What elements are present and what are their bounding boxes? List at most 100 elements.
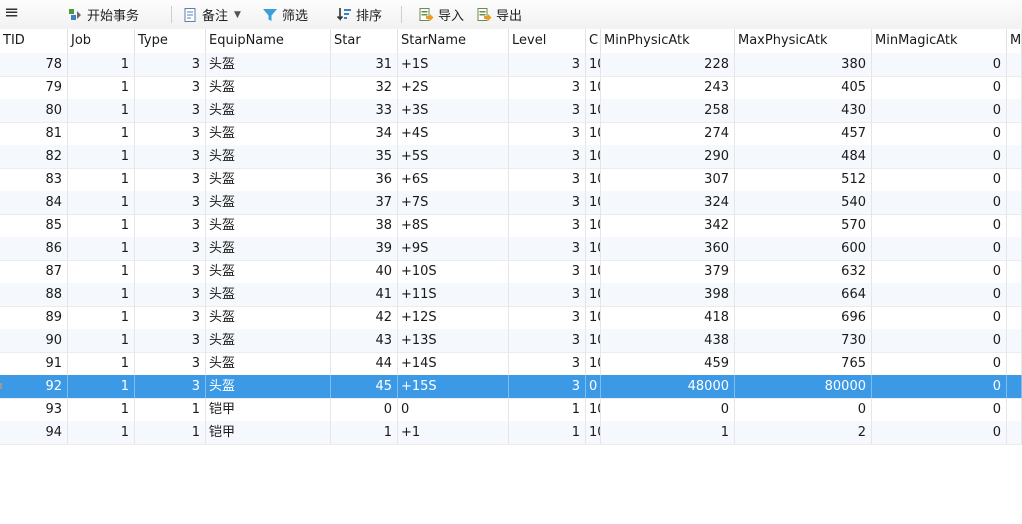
cell-minmagicatk[interactable]: 0 [872,76,1007,99]
cell-tid[interactable]: 82 [4,145,68,168]
cell-m[interactable] [1007,421,1022,444]
cell-job[interactable]: 1 [68,53,135,76]
cell-minphysicatk[interactable]: 274 [601,122,735,145]
cell-c[interactable]: 10 [586,122,601,145]
cell-tid[interactable]: 78 [4,53,68,76]
cell-minphysicatk[interactable]: 307 [601,168,735,191]
cell-m[interactable] [1007,76,1022,99]
cell-minphysicatk[interactable]: 459 [601,352,735,375]
cell-c[interactable]: 10 [586,53,601,76]
cell-m[interactable] [1007,398,1022,421]
table-row[interactable]: 9113头盔44+14S3104597650 [0,352,1022,376]
cell-type[interactable]: 3 [135,99,206,122]
hamburger-menu-icon[interactable]: ≡ [4,2,19,23]
cell-maxphysicatk[interactable]: 405 [735,76,872,99]
cell-level[interactable]: 3 [509,306,586,329]
cell-equipname[interactable]: 头盔 [206,122,331,145]
cell-minmagicatk[interactable]: 0 [872,306,1007,329]
cell-m[interactable] [1007,122,1022,145]
cell-star[interactable]: 1 [331,421,398,444]
cell-star[interactable]: 36 [331,168,398,191]
cell-tid[interactable]: 81 [4,122,68,145]
table-row[interactable]: 8513头盔38+8S3103425700 [0,214,1022,238]
cell-minmagicatk[interactable]: 0 [872,398,1007,421]
cell-c[interactable]: 10 [586,260,601,283]
cell-level[interactable]: 3 [509,99,586,122]
cell-equipname[interactable]: 头盔 [206,329,331,352]
cell-starname[interactable]: +2S [398,76,509,99]
cell-c[interactable]: 10 [586,237,601,260]
cell-m[interactable] [1007,237,1022,260]
cell-tid[interactable]: 90 [4,329,68,352]
cell-c[interactable]: 10 [586,76,601,99]
cell-star[interactable]: 34 [331,122,398,145]
column-header-level[interactable]: Level [509,29,586,53]
cell-m[interactable] [1007,191,1022,214]
cell-type[interactable]: 3 [135,122,206,145]
cell-job[interactable]: 1 [68,237,135,260]
cell-c[interactable]: 10 [586,191,601,214]
cell-c[interactable]: 10 [586,421,601,444]
cell-type[interactable]: 3 [135,237,206,260]
cell-level[interactable]: 3 [509,237,586,260]
cell-equipname[interactable]: 头盔 [206,283,331,306]
cell-equipname[interactable]: 头盔 [206,375,331,398]
cell-c[interactable]: 10 [586,329,601,352]
cell-job[interactable]: 1 [68,306,135,329]
cell-minmagicatk[interactable]: 0 [872,260,1007,283]
cell-m[interactable] [1007,283,1022,306]
cell-type[interactable]: 3 [135,168,206,191]
table-row[interactable]: 9411铠甲1+1110120 [0,421,1022,445]
cell-type[interactable]: 3 [135,352,206,375]
cell-type[interactable]: 3 [135,283,206,306]
cell-starname[interactable]: +8S [398,214,509,237]
cell-star[interactable]: 40 [331,260,398,283]
chevron-down-icon[interactable]: ▼ [234,10,241,20]
cell-tid[interactable]: 86 [4,237,68,260]
cell-maxphysicatk[interactable]: 765 [735,352,872,375]
cell-tid[interactable]: 80 [4,99,68,122]
table-row[interactable]: 8713头盔40+10S3103796320 [0,260,1022,284]
cell-maxphysicatk[interactable]: 664 [735,283,872,306]
cell-minphysicatk[interactable]: 48000 [601,375,735,398]
cell-minphysicatk[interactable]: 438 [601,329,735,352]
cell-minmagicatk[interactable]: 0 [872,421,1007,444]
cell-minphysicatk[interactable]: 0 [601,398,735,421]
cell-m[interactable] [1007,214,1022,237]
cell-maxphysicatk[interactable]: 0 [735,398,872,421]
cell-type[interactable]: 3 [135,191,206,214]
cell-star[interactable]: 45 [331,375,398,398]
column-header-m[interactable]: M [1007,29,1022,53]
cell-level[interactable]: 3 [509,260,586,283]
cell-maxphysicatk[interactable]: 632 [735,260,872,283]
cell-star[interactable]: 37 [331,191,398,214]
cell-minmagicatk[interactable]: 0 [872,122,1007,145]
cell-tid[interactable]: 83 [4,168,68,191]
table-row-selected[interactable]: 92 1 3 头盔 45 +15S 3 0 48000 80000 0 [0,375,1022,399]
cell-minmagicatk[interactable]: 0 [872,237,1007,260]
cell-maxphysicatk[interactable]: 380 [735,53,872,76]
cell-c[interactable]: 10 [586,145,601,168]
cell-job[interactable]: 1 [68,214,135,237]
cell-level[interactable]: 3 [509,168,586,191]
cell-c[interactable]: 10 [586,352,601,375]
cell-tid[interactable]: 91 [4,352,68,375]
table-row[interactable]: 9013头盔43+13S3104387300 [0,329,1022,353]
cell-m[interactable] [1007,329,1022,352]
cell-minmagicatk[interactable]: 0 [872,191,1007,214]
cell-equipname[interactable]: 铠甲 [206,421,331,444]
cell-maxphysicatk[interactable]: 484 [735,145,872,168]
cell-minphysicatk[interactable]: 418 [601,306,735,329]
table-row[interactable]: 8113头盔34+4S3102744570 [0,122,1022,146]
begin-transaction-button[interactable]: 开始事务 [67,0,139,29]
cell-starname[interactable]: +15S [398,375,509,398]
cell-job[interactable]: 1 [68,260,135,283]
cell-minmagicatk[interactable]: 0 [872,99,1007,122]
cell-maxphysicatk[interactable]: 457 [735,122,872,145]
cell-equipname[interactable]: 头盔 [206,168,331,191]
cell-starname[interactable]: +1 [398,421,509,444]
cell-minmagicatk[interactable]: 0 [872,375,1007,398]
cell-star[interactable]: 0 [331,398,398,421]
cell-starname[interactable]: +14S [398,352,509,375]
cell-job[interactable]: 1 [68,191,135,214]
